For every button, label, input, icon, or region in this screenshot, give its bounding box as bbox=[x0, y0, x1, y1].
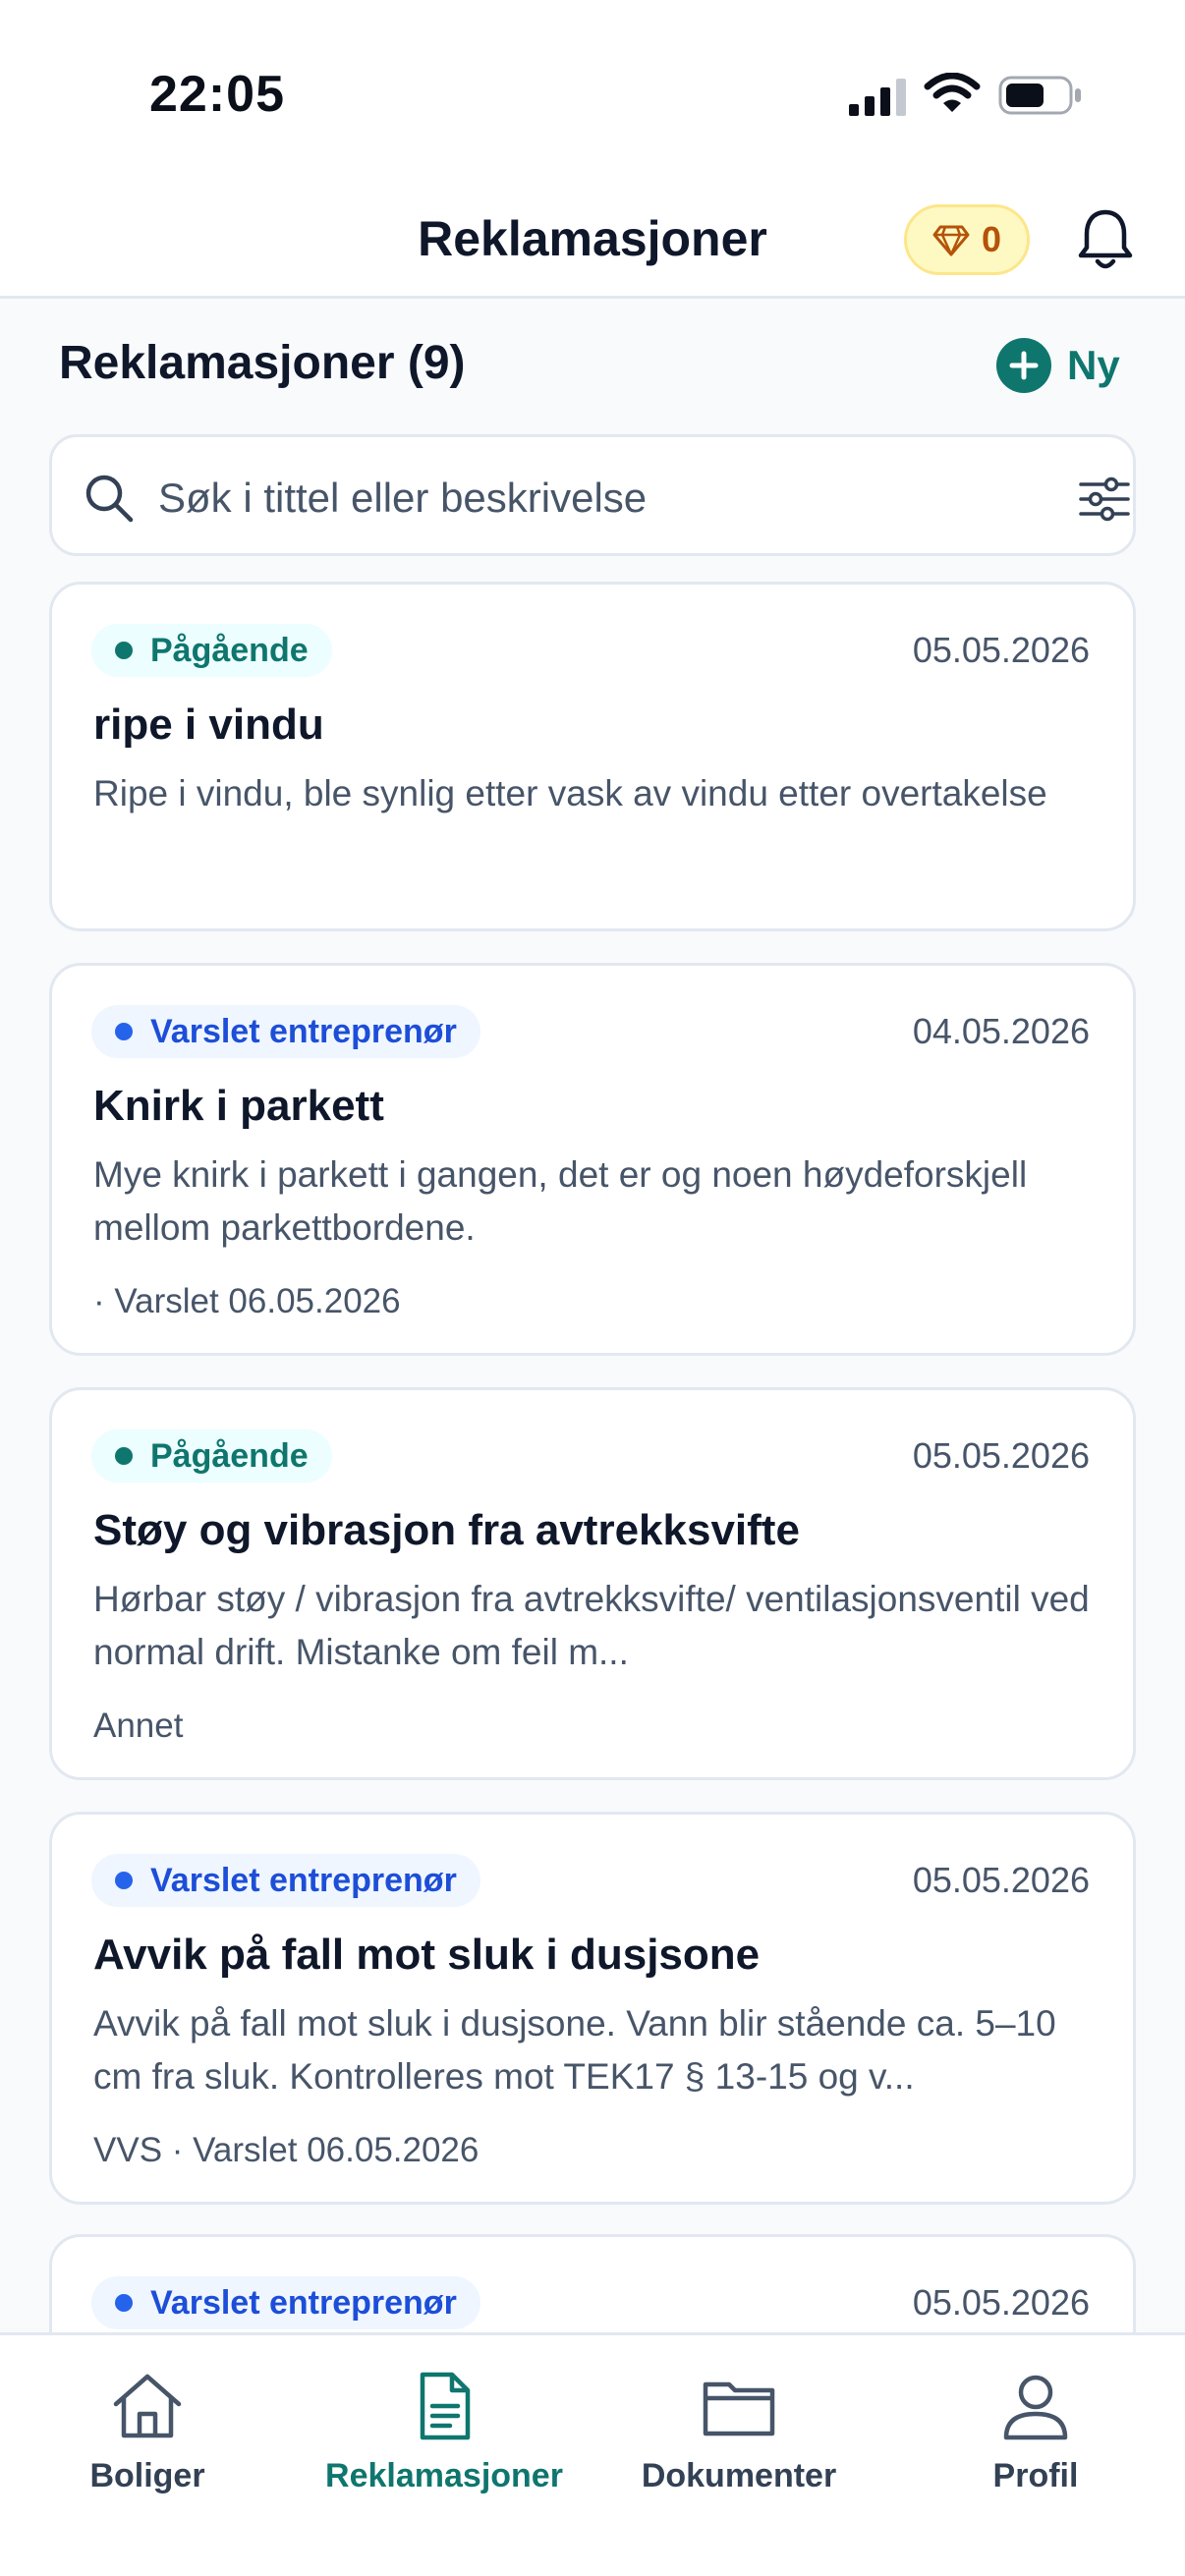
status-dot bbox=[115, 1023, 133, 1040]
section-title: Reklamasjoner (9) bbox=[59, 337, 466, 389]
status-badge: Varslet entreprenør bbox=[91, 1005, 480, 1058]
claim-date: 05.05.2026 bbox=[912, 1860, 1090, 1900]
claim-card[interactable]: Pågående 05.05.2026 Støy og vibrasjon fr… bbox=[49, 1387, 1136, 1780]
nav-label: Dokumenter bbox=[641, 2457, 837, 2494]
search-input[interactable] bbox=[158, 459, 1023, 537]
search-bar bbox=[49, 434, 1136, 556]
new-claim-label: Ny bbox=[1067, 342, 1120, 388]
bottom-nav: Boliger Reklamasjoner Dokumenter Profil bbox=[0, 2332, 1185, 2576]
status-badge: Pågående bbox=[91, 1429, 332, 1483]
nav-label: Reklamasjoner bbox=[325, 2457, 563, 2494]
claim-date: 05.05.2026 bbox=[912, 630, 1090, 670]
status-dot bbox=[115, 2294, 133, 2312]
claim-description: Ripe i vindu, ble synlig etter vask av v… bbox=[93, 773, 1047, 813]
claim-card[interactable]: Varslet entreprenør 05.05.2026 Avvik på … bbox=[49, 1812, 1136, 2205]
points-badge[interactable]: 0 bbox=[904, 204, 1030, 275]
app-screen: 22:05 Reklamasjoner 0 Reklamasjoner (9) … bbox=[0, 0, 1185, 2576]
wifi-icon bbox=[924, 73, 981, 112]
claim-description: Mye knirk i parkett i gangen, det er og … bbox=[93, 1154, 1028, 1248]
nav-item-boliger[interactable]: Boliger bbox=[0, 2369, 295, 2506]
claim-date: 05.05.2026 bbox=[912, 2282, 1090, 2323]
status-label: Varslet entreprenør bbox=[150, 1861, 457, 1899]
search-icon bbox=[85, 475, 134, 523]
status-dot bbox=[115, 642, 133, 659]
claim-title: Avvik på fall mot sluk i dusjsone bbox=[93, 1931, 761, 1979]
status-badge: Varslet entreprenør bbox=[91, 1854, 480, 1907]
diamond-icon bbox=[932, 225, 970, 256]
home-icon bbox=[113, 2374, 182, 2438]
nav-item-dokumenter[interactable]: Dokumenter bbox=[592, 2369, 886, 2506]
filter-icon[interactable] bbox=[1078, 476, 1131, 522]
claim-description: Avvik på fall mot sluk i dusjsone. Vann … bbox=[93, 2003, 1056, 2097]
points-count: 0 bbox=[981, 219, 1002, 259]
status-label: Pågående bbox=[150, 631, 309, 669]
new-claim-button[interactable]: Ny bbox=[996, 336, 1120, 395]
claim-date: 04.05.2026 bbox=[912, 1011, 1090, 1051]
claim-card[interactable]: Varslet entreprenør 04.05.2026 Knirk i p… bbox=[49, 963, 1136, 1356]
status-label: Varslet entreprenør bbox=[150, 1012, 457, 1050]
status-label: Varslet entreprenør bbox=[150, 2283, 457, 2322]
nav-label: Profil bbox=[992, 2457, 1079, 2494]
bell-icon[interactable] bbox=[1075, 206, 1136, 273]
status-dot bbox=[115, 1872, 133, 1889]
app-header: Reklamasjoner 0 bbox=[0, 187, 1185, 299]
status-dot bbox=[115, 1447, 133, 1465]
document-icon bbox=[420, 2372, 471, 2440]
claim-card[interactable]: Pågående 05.05.2026 ripe i vindu Ripe i … bbox=[49, 582, 1136, 931]
status-badge: Pågående bbox=[91, 624, 332, 677]
battery-icon bbox=[998, 76, 1081, 115]
claim-title: ripe i vindu bbox=[93, 700, 324, 749]
folder-icon bbox=[703, 2381, 775, 2436]
claim-meta: · Varslet 06.05.2026 bbox=[93, 1282, 401, 1320]
claim-date: 05.05.2026 bbox=[912, 1435, 1090, 1476]
claim-description: Hørbar støy / vibrasjon fra avtrekksvift… bbox=[93, 1579, 1090, 1672]
plus-icon bbox=[996, 338, 1051, 393]
status-bar: 22:05 bbox=[0, 0, 1185, 187]
user-icon bbox=[1003, 2375, 1068, 2440]
nav-item-reklamasjoner[interactable]: Reklamasjoner bbox=[297, 2369, 592, 2506]
nav-label: Boliger bbox=[89, 2457, 205, 2494]
nav-item-profil[interactable]: Profil bbox=[888, 2369, 1183, 2506]
status-badge: Varslet entreprenør bbox=[91, 2276, 480, 2329]
claim-meta: Annet bbox=[93, 1707, 184, 1745]
status-time: 22:05 bbox=[149, 66, 285, 123]
cellular-signal-icon bbox=[849, 79, 906, 116]
claim-meta: VVS · Varslet 06.05.2026 bbox=[93, 2131, 480, 2169]
status-label: Pågående bbox=[150, 1436, 309, 1475]
claim-title: Knirk i parkett bbox=[93, 1082, 384, 1130]
claim-title: Støy og vibrasjon fra avtrekksvifte bbox=[93, 1506, 800, 1554]
